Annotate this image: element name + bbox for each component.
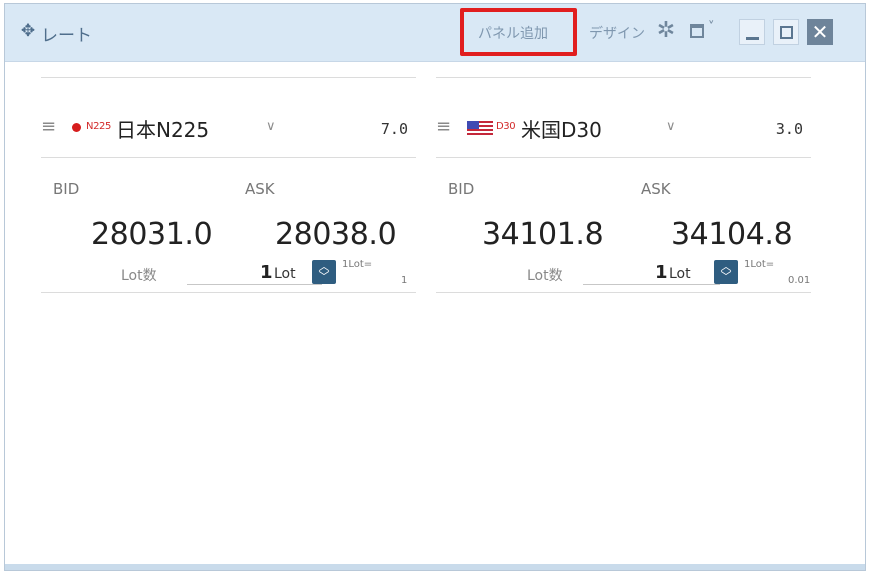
lot-label: Lot数: [527, 268, 563, 284]
divider: [436, 157, 811, 158]
divider: [41, 77, 416, 78]
ask-label: ASK: [641, 180, 671, 198]
rate-window: ✥ レート パネル追加 デザイン ✲ ˅ ✕ ≡ N225 日本N225 ∨ 7…: [4, 3, 866, 571]
gear-icon[interactable]: ✲: [654, 19, 678, 43]
bid-label: BID: [53, 180, 80, 198]
add-panel-button[interactable]: パネル追加: [478, 23, 548, 43]
rate-panel-d30: ≡ D30 米国D30 ∨ 3.0 BID ASK 34101.8 34104.…: [436, 77, 811, 293]
lot-stepper[interactable]: ︿ ﹀: [714, 260, 738, 284]
maximize-icon: [780, 26, 793, 39]
minimize-icon: [746, 37, 759, 40]
design-button[interactable]: デザイン: [589, 23, 645, 43]
bottom-border: [5, 564, 865, 570]
lot-stepper[interactable]: ︿ ﹀: [312, 260, 336, 284]
spread-value: 3.0: [775, 120, 803, 138]
close-icon: ✕: [811, 20, 829, 44]
usa-flag-icon: [467, 121, 493, 135]
lot-unit: Lot: [669, 266, 691, 282]
divider: [41, 157, 416, 158]
lot-ratio-value: 0.01: [788, 275, 811, 286]
bid-price[interactable]: 34101.8: [482, 217, 604, 252]
lot-input-underline: [583, 284, 720, 285]
spread-value: 7.0: [380, 120, 408, 138]
bid-price[interactable]: 28031.0: [91, 217, 213, 252]
move-icon[interactable]: ✥: [19, 22, 37, 40]
ask-price[interactable]: 34104.8: [671, 217, 793, 252]
symbol-code: N225: [86, 121, 111, 132]
symbol-name[interactable]: 米国D30: [521, 114, 602, 143]
chevron-down-icon[interactable]: ˅: [708, 20, 715, 35]
panel-menu-icon[interactable]: ≡: [436, 116, 451, 137]
window-title: レート: [41, 26, 92, 46]
rate-panel-n225: ≡ N225 日本N225 ∨ 7.0 BID ASK 28031.0 2803…: [41, 77, 416, 293]
divider: [436, 292, 811, 293]
japan-flag-icon: [72, 123, 81, 132]
ask-label: ASK: [245, 180, 275, 198]
title-bar[interactable]: ✥ レート パネル追加 デザイン ✲ ˅ ✕: [5, 4, 865, 62]
close-button[interactable]: ✕: [807, 19, 833, 45]
bid-label: BID: [448, 180, 475, 198]
chevron-down-icon[interactable]: ﹀: [315, 271, 333, 282]
lot-input-underline: [187, 284, 322, 285]
chevron-down-icon[interactable]: ﹀: [717, 271, 735, 282]
divider: [436, 77, 811, 78]
chevron-down-icon[interactable]: ∨: [266, 119, 276, 134]
maximize-button[interactable]: [773, 19, 799, 45]
lot-unit: Lot: [274, 266, 296, 282]
ask-price[interactable]: 28038.0: [275, 217, 397, 252]
minimize-button[interactable]: [739, 19, 765, 45]
panel-menu-icon[interactable]: ≡: [41, 116, 56, 137]
chevron-down-icon[interactable]: ∨: [666, 119, 676, 134]
lot-ratio-value: 1: [401, 275, 408, 286]
layout-icon[interactable]: [690, 24, 704, 38]
symbol-name[interactable]: 日本N225: [116, 114, 209, 143]
lot-input[interactable]: 1: [260, 262, 273, 283]
lot-ratio-label: 1Lot=: [744, 259, 775, 270]
panel-area: ≡ N225 日本N225 ∨ 7.0 BID ASK 28031.0 2803…: [5, 63, 865, 568]
lot-label: Lot数: [121, 268, 157, 284]
divider: [41, 292, 416, 293]
lot-input[interactable]: 1: [655, 262, 668, 283]
lot-ratio-label: 1Lot=: [342, 259, 373, 270]
symbol-code: D30: [496, 121, 516, 132]
